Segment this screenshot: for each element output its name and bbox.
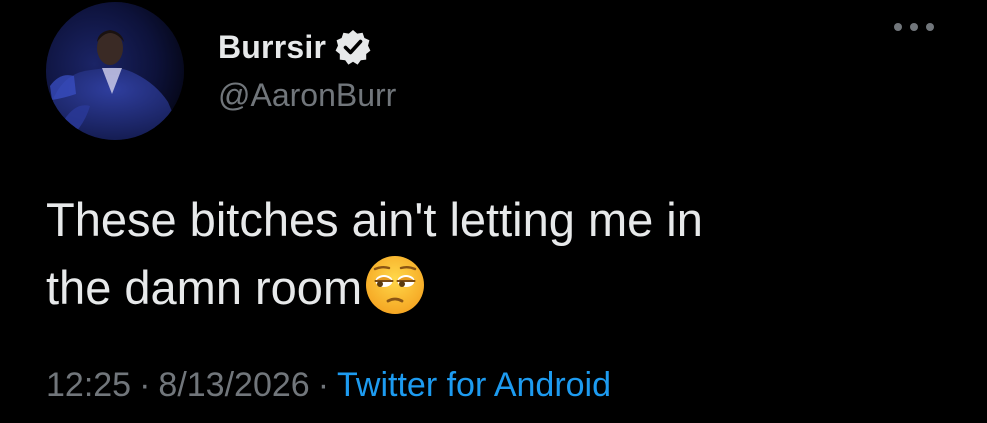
unamused-face-icon (364, 254, 426, 316)
user-handle[interactable]: @AaronBurr (218, 77, 396, 114)
tweet-source-link[interactable]: Twitter for Android (337, 366, 611, 404)
tweet-text-line1: These bitches ain't letting me in (46, 193, 703, 246)
tweet-time: 12:25 (46, 366, 132, 404)
avatar[interactable] (46, 2, 184, 140)
tweet-date: 8/13/2026 (158, 366, 310, 404)
tweet-text-line2: the damn room (46, 261, 363, 314)
verified-badge-icon (335, 29, 371, 65)
separator: · (139, 366, 151, 404)
avatar-image (46, 2, 184, 140)
display-name[interactable]: Burrsir (218, 29, 326, 66)
tweet: Burrsir @AaronBurr These bitches ain't l… (0, 0, 987, 423)
more-options-icon[interactable] (892, 19, 936, 35)
separator: · (317, 366, 330, 404)
tweet-text-line2-container: the damn room (46, 254, 946, 322)
tweet-metadata: 12:25 · 8/13/2026 · Twitter for Android (46, 366, 611, 405)
name-row: Burrsir (218, 26, 371, 68)
tweet-text: These bitches ain't letting me in the da… (46, 186, 946, 322)
